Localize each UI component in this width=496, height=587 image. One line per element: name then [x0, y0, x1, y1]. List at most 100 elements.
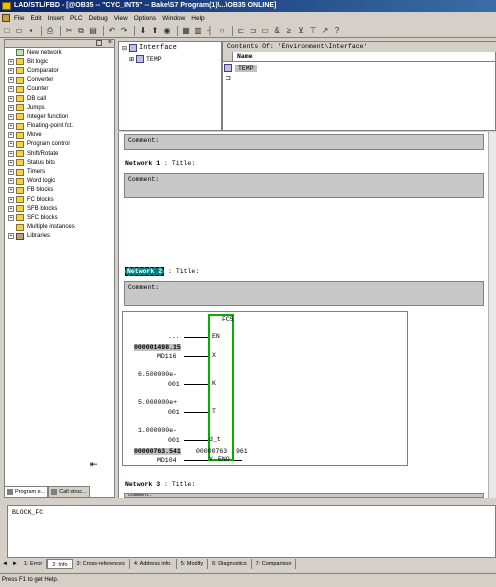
box-icon[interactable]: ▭	[260, 26, 270, 36]
expand-icon[interactable]: +	[8, 86, 14, 93]
print-icon[interactable]: ⎙	[45, 26, 55, 36]
expand-icon[interactable]: +	[8, 169, 14, 176]
expand-icon[interactable]: +	[8, 205, 14, 212]
library-item[interactable]: + FB blocks	[5, 186, 114, 195]
library-item[interactable]: Multiple instances	[5, 223, 114, 232]
expand-icon[interactable]: +	[8, 150, 14, 157]
library-item[interactable]: + Counter	[5, 85, 114, 94]
expand-icon[interactable]: +	[8, 104, 14, 111]
open-icon[interactable]: ▭	[14, 26, 24, 36]
expand-icon[interactable]: +	[8, 132, 14, 139]
library-item[interactable]: + Bit logic	[5, 57, 114, 66]
expand-icon[interactable]: +	[8, 77, 14, 84]
library-item[interactable]: + Word logic	[5, 177, 114, 186]
tab-program-elements[interactable]: Program e...	[4, 486, 49, 498]
expand-icon[interactable]: +	[8, 67, 14, 74]
coil-icon[interactable]: ○	[217, 26, 227, 36]
tree-item-temp[interactable]: ⊞ TEMP	[129, 55, 162, 63]
network-1-comment[interactable]: Comment:	[124, 173, 484, 198]
library-item[interactable]: + Move	[5, 131, 114, 140]
menu-insert[interactable]: Insert	[48, 15, 64, 22]
details-panel[interactable]	[0, 505, 496, 558]
library-item[interactable]: + Jumps	[5, 103, 114, 112]
or-icon[interactable]: ≥	[284, 26, 294, 36]
expand-icon[interactable]: +	[8, 233, 14, 240]
library-item[interactable]: + Libraries	[5, 232, 114, 241]
copy-icon[interactable]: ⧉	[76, 26, 86, 36]
new-row-icon[interactable]: ⊐	[223, 74, 233, 84]
tab-diagnostics[interactable]: 6: Diagnostics	[208, 559, 252, 569]
library-item[interactable]: + SFB blocks	[5, 204, 114, 213]
download-icon[interactable]: ⬇	[138, 26, 148, 36]
menu-view[interactable]: View	[114, 15, 128, 22]
system-menu-icon[interactable]	[2, 14, 10, 22]
pin-icon[interactable]	[96, 40, 102, 46]
expand-icon[interactable]: +	[8, 187, 14, 194]
expand-icon[interactable]: +	[8, 159, 14, 166]
menu-options[interactable]: Options	[134, 15, 156, 22]
new-icon[interactable]: □	[2, 26, 12, 36]
expand-icon[interactable]: +	[8, 196, 14, 203]
help-icon[interactable]: ?	[332, 26, 342, 36]
network-3-title[interactable]: Network 3 : Title:	[125, 481, 195, 488]
cut-icon[interactable]: ✂	[64, 26, 74, 36]
xor-icon[interactable]: ⊻	[296, 26, 306, 36]
block-comment[interactable]: Comment:	[124, 134, 484, 150]
network-icon[interactable]: ▥	[193, 26, 203, 36]
library-item[interactable]: + DB call	[5, 94, 114, 103]
expand-icon[interactable]: +	[8, 141, 14, 148]
upload-icon[interactable]: ⬆	[150, 26, 160, 36]
library-item[interactable]: + Converter	[5, 76, 114, 85]
library-item[interactable]: + Status bits	[5, 158, 114, 167]
expand-icon[interactable]: +	[8, 123, 14, 130]
network-3-comment[interactable]: Comment:	[124, 493, 484, 498]
menu-edit[interactable]: Edit	[30, 15, 41, 22]
network-2-comment[interactable]: Comment:	[124, 281, 484, 306]
branch-close-icon[interactable]: ⊐	[248, 26, 258, 36]
expand-icon[interactable]: +	[8, 113, 14, 120]
menu-file[interactable]: File	[14, 15, 24, 22]
tab-scroll-right-icon[interactable]: ►	[12, 561, 18, 567]
menu-plc[interactable]: PLC	[70, 15, 83, 22]
library-item[interactable]: + Shift/Rotate	[5, 149, 114, 158]
table-row[interactable]: TEMP	[223, 63, 496, 73]
paste-icon[interactable]: ▤	[88, 26, 98, 36]
tab-address-info[interactable]: 4: Address info.	[130, 559, 177, 569]
save-icon[interactable]: ▪	[26, 26, 36, 36]
expand-icon[interactable]: +	[8, 58, 14, 65]
element-insert-icon[interactable]: ⇤	[90, 459, 98, 470]
close-icon[interactable]: ×	[108, 39, 112, 46]
menu-help[interactable]: Help	[191, 15, 204, 22]
tab-error[interactable]: 1: Error	[20, 559, 48, 569]
library-item[interactable]: + Program control	[5, 140, 114, 149]
tab-comparison[interactable]: 7: Comparison	[252, 559, 297, 569]
library-item[interactable]: + FC blocks	[5, 195, 114, 204]
menu-window[interactable]: Window	[162, 15, 185, 22]
details-panel-grip[interactable]	[0, 505, 8, 558]
tab-scroll-left-icon[interactable]: ◄	[2, 561, 8, 567]
network-1-title[interactable]: Network 1 : Title:	[125, 160, 195, 167]
redo-icon[interactable]: ↷	[119, 26, 129, 36]
column-header-name[interactable]: Name	[223, 52, 496, 62]
tab-cross-references[interactable]: 3: Cross-references	[73, 559, 130, 569]
expand-icon[interactable]: +	[8, 95, 14, 102]
library-item[interactable]: + Comparator	[5, 66, 114, 75]
and-icon[interactable]: &	[272, 26, 282, 36]
wire-icon[interactable]: ⊤	[308, 26, 318, 36]
menu-debug[interactable]: Debug	[89, 15, 108, 22]
library-item[interactable]: + Integer function	[5, 112, 114, 121]
expand-icon[interactable]: +	[8, 214, 14, 221]
monitor-icon[interactable]: ◉	[162, 26, 172, 36]
library-item[interactable]: New network	[5, 48, 114, 57]
editor-scrollbar[interactable]	[488, 132, 496, 498]
expand-icon[interactable]: ⊞	[129, 56, 134, 63]
library-item[interactable]: + SFC blocks	[5, 213, 114, 222]
tree-root[interactable]: ⊟ Interface	[122, 44, 177, 52]
fbd-network-area[interactable]	[122, 311, 408, 466]
branch-open-icon[interactable]: ⊏	[236, 26, 246, 36]
tab-call-structure[interactable]: Call struc...	[48, 486, 90, 498]
library-item[interactable]: + Floating-point fct.	[5, 122, 114, 131]
tab-info[interactable]: 2: Info	[47, 559, 73, 569]
expand-icon[interactable]: +	[8, 178, 14, 185]
library-item[interactable]: + Timers	[5, 167, 114, 176]
